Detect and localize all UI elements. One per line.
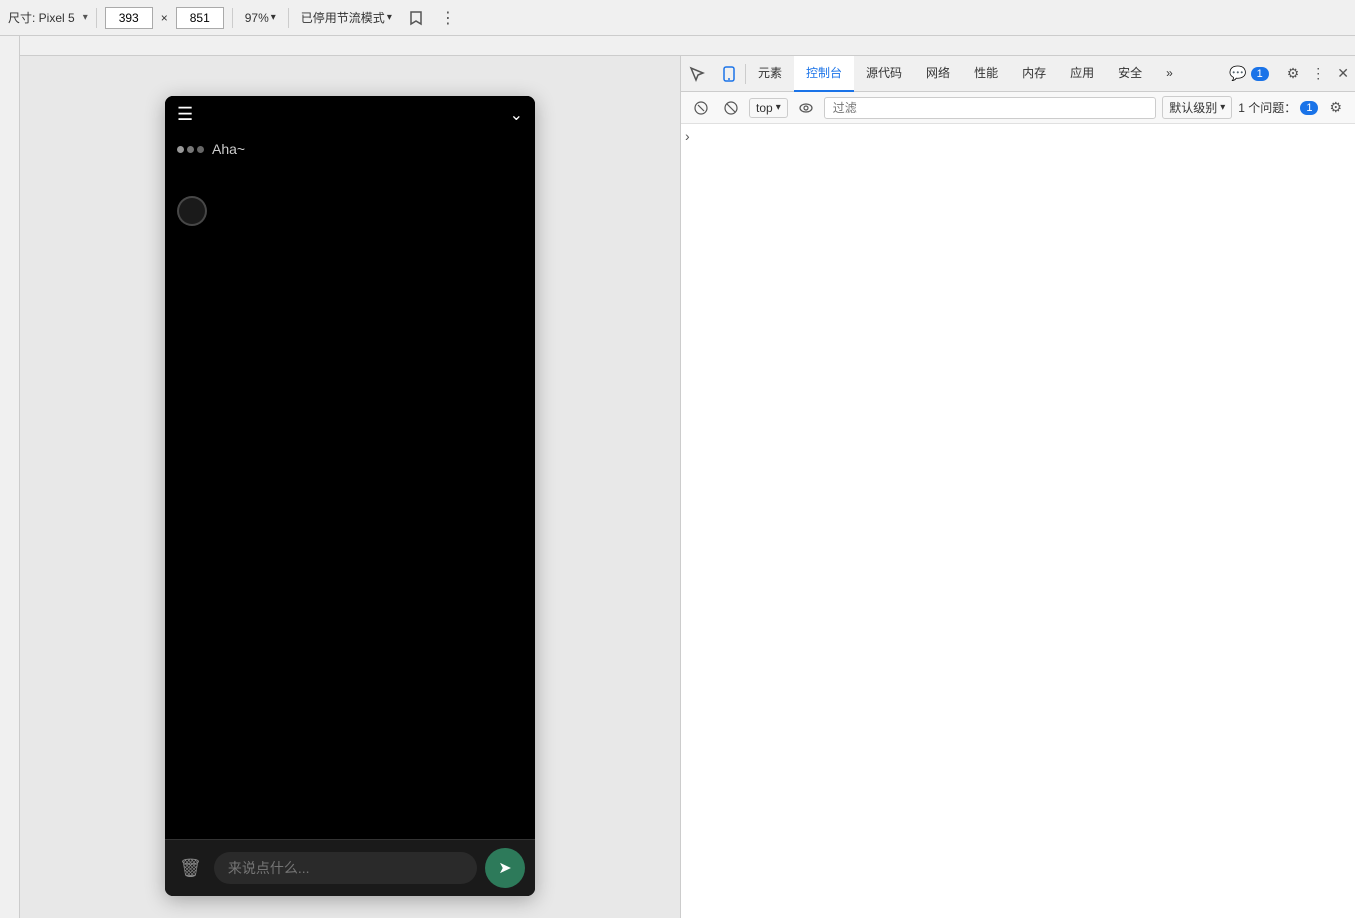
throttle-label: 已停用节流模式: [301, 9, 385, 26]
clear-console-button[interactable]: [689, 98, 713, 118]
size-dropdown-icon: ▾: [83, 12, 88, 23]
tab-application[interactable]: 应用: [1058, 56, 1106, 92]
close-icon: ✕: [1337, 65, 1349, 82]
phone-frame: ☰ ⌄ Aha~ 🗑: [165, 96, 535, 896]
clear-icon: [694, 101, 708, 115]
zoom-value: 97%: [245, 11, 269, 25]
settings-button[interactable]: ⚙: [1281, 59, 1306, 88]
throttle-button[interactable]: 已停用节流模式 ▾: [297, 7, 396, 28]
console-settings-button[interactable]: ⚙: [1324, 96, 1347, 119]
ruler-area: ☰ ⌄ Aha~ 🗑: [0, 36, 1355, 918]
frame-selector-dropdown[interactable]: top ▾: [749, 98, 788, 118]
frame-selector-label: top: [756, 101, 773, 115]
phone-top-bar: ☰ ⌄: [165, 96, 535, 133]
x-separator: ×: [161, 11, 168, 25]
device-emulator-panel: ☰ ⌄ Aha~ 🗑: [20, 56, 680, 918]
dot-3: [197, 146, 204, 153]
main-area: ☰ ⌄ Aha~ 🗑: [0, 56, 1355, 918]
ruler-top: [0, 36, 1355, 56]
console-issues-badge: 1: [1300, 101, 1318, 115]
console-content: ›: [681, 124, 1355, 918]
throttle-dropdown-icon: ▾: [387, 12, 392, 23]
live-expressions-button[interactable]: [794, 98, 818, 118]
ban-button[interactable]: [719, 98, 743, 118]
issues-badge-button[interactable]: 💬 1: [1217, 56, 1281, 92]
tab-console[interactable]: 控制台: [794, 56, 854, 92]
gear-icon: ⚙: [1287, 65, 1300, 82]
frame-selector-arrow: ▾: [776, 102, 781, 113]
console-issues-label: 1 个问题：: [1238, 99, 1296, 116]
console-gear-icon: ⚙: [1329, 99, 1342, 116]
typing-text: Aha~: [212, 141, 245, 157]
warning-icon: 💬: [1229, 65, 1246, 82]
log-level-arrow: ▾: [1220, 102, 1225, 113]
tab-more[interactable]: »: [1154, 56, 1185, 92]
phone-bottom-bar: 🗑 ➤: [165, 839, 535, 896]
zoom-button[interactable]: 97% ▾: [241, 9, 280, 27]
console-toolbar: top ▾ 默认级别 ▾: [681, 92, 1355, 124]
devtools-tabs: 元素 控制台 源代码 网络 性能 内存 应用: [681, 56, 1355, 92]
send-icon: ➤: [498, 858, 511, 878]
trash-icon: 🗑: [179, 858, 202, 878]
more-options-button[interactable]: ⋮: [436, 4, 460, 32]
bookmark-button[interactable]: [404, 6, 428, 30]
phone-content: [165, 165, 535, 839]
device-toggle-button[interactable]: [713, 66, 745, 82]
ban-icon: [724, 101, 738, 115]
height-input[interactable]: [176, 7, 224, 29]
tab-security[interactable]: 安全: [1106, 56, 1154, 92]
circle-decoration: [177, 196, 207, 226]
dot-1: [177, 146, 184, 153]
issues-count-badge: 1: [1251, 67, 1269, 81]
bookmark-icon: [408, 10, 424, 26]
zoom-dropdown-icon: ▾: [271, 12, 276, 23]
width-input[interactable]: [105, 7, 153, 29]
device-icon: [721, 66, 737, 82]
top-toolbar: 尺寸: Pixel 5 ▾ × 97% ▾ 已停用节流模式 ▾ ⋮: [0, 0, 1355, 36]
close-devtools-button[interactable]: ✕: [1331, 59, 1355, 88]
ruler-corner: [0, 36, 20, 56]
devtools-more-button[interactable]: ⋮: [1305, 59, 1331, 88]
separator-3: [288, 8, 289, 28]
chevron-down-icon[interactable]: ⌄: [510, 105, 523, 125]
inspect-icon: [689, 66, 705, 82]
tab-memory[interactable]: 内存: [1010, 56, 1058, 92]
tab-performance[interactable]: 性能: [962, 56, 1010, 92]
inspect-button[interactable]: [681, 66, 713, 82]
devtools-panel: 元素 控制台 源代码 网络 性能 内存 应用: [680, 56, 1355, 918]
eye-icon: [799, 101, 813, 115]
send-button[interactable]: ➤: [485, 848, 525, 888]
typing-indicator: Aha~: [165, 133, 535, 165]
more-vertical-icon: ⋮: [1311, 65, 1325, 82]
separator-1: [96, 8, 97, 28]
ruler-vertical: [0, 56, 20, 918]
message-input[interactable]: [214, 852, 477, 884]
tab-sources[interactable]: 源代码: [854, 56, 914, 92]
separator-2: [232, 8, 233, 28]
trash-button[interactable]: 🗑: [175, 854, 206, 883]
size-label: 尺寸: Pixel 5: [8, 9, 75, 26]
more-options-icon: ⋮: [440, 8, 456, 28]
log-level-dropdown[interactable]: 默认级别 ▾: [1162, 96, 1232, 119]
tab-network[interactable]: 网络: [914, 56, 962, 92]
ruler-horizontal: [20, 36, 1355, 55]
tab-elements[interactable]: 元素: [746, 56, 794, 92]
expand-arrow-icon[interactable]: ›: [685, 128, 690, 144]
dot-2: [187, 146, 194, 153]
filter-input[interactable]: [824, 97, 1157, 119]
console-issues-button[interactable]: 1 个问题： 1: [1238, 99, 1318, 116]
log-level-label: 默认级别: [1169, 99, 1217, 116]
hamburger-icon[interactable]: ☰: [177, 104, 193, 125]
typing-dots-icon: [177, 146, 204, 153]
